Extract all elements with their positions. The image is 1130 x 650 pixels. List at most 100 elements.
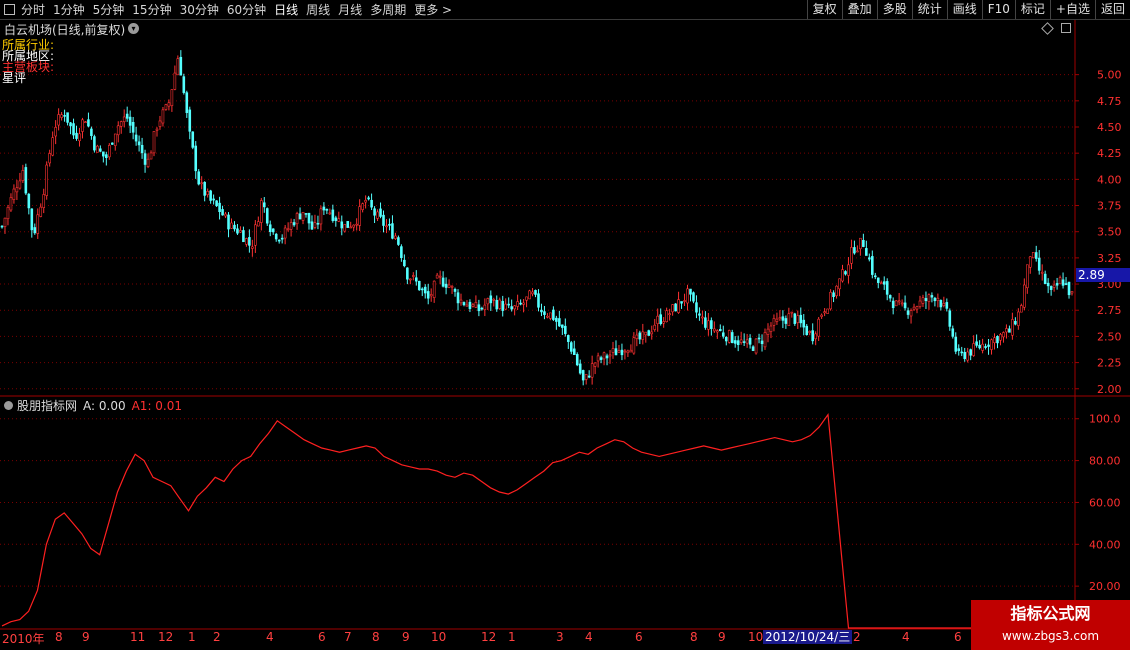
candle-body xyxy=(274,233,278,240)
candle-body xyxy=(48,153,51,164)
candle-body xyxy=(704,317,707,328)
candle-body xyxy=(414,277,418,282)
candle-body xyxy=(313,222,317,228)
candle-body xyxy=(379,208,382,217)
candle-body xyxy=(596,355,600,362)
candle-body xyxy=(719,329,722,332)
x-tick-label: 9 xyxy=(82,630,90,644)
watermark-url: www.zbgs3.com xyxy=(1001,629,1100,643)
indicator-menu-icon[interactable] xyxy=(4,401,13,410)
x-tick-label: 12 xyxy=(481,630,497,644)
candle-body xyxy=(230,222,233,229)
candle-body xyxy=(340,221,344,229)
candle-body xyxy=(575,354,579,366)
candle-body xyxy=(468,301,472,309)
kline-chart[interactable]: 2.002.252.502.753.003.253.503.754.004.25… xyxy=(0,0,1130,650)
candle-body xyxy=(176,58,180,76)
candle-body xyxy=(492,299,496,301)
price-tick-label: 4.50 xyxy=(1097,121,1122,134)
x-tick-label: 2 xyxy=(213,630,221,644)
x-tick-label: 3 xyxy=(556,630,564,644)
candle-body xyxy=(316,222,320,225)
candle-body xyxy=(385,225,388,228)
candle-body xyxy=(745,339,749,344)
candle-body xyxy=(36,214,40,234)
candle-body xyxy=(629,349,633,353)
candle-body xyxy=(245,238,248,245)
candle-body xyxy=(24,167,28,194)
pane-toggle-icon[interactable] xyxy=(1061,23,1071,33)
candle-body xyxy=(584,374,588,380)
candle-body xyxy=(1064,283,1068,285)
candle-body xyxy=(736,340,740,346)
candle-body xyxy=(578,363,582,374)
candle-body xyxy=(769,325,773,332)
candle-body xyxy=(450,285,454,288)
candle-body xyxy=(972,343,975,356)
candle-body xyxy=(346,221,350,228)
candle-body xyxy=(701,316,704,319)
candle-body xyxy=(850,247,853,264)
candle-body xyxy=(1017,311,1020,326)
diamond-icon[interactable] xyxy=(1041,22,1054,35)
candle-body xyxy=(918,300,922,307)
candle-body xyxy=(260,200,263,223)
candle-body xyxy=(519,302,522,305)
current-price-tag: 2.89 xyxy=(1076,268,1130,282)
candle-body xyxy=(298,213,302,220)
candle-body xyxy=(623,350,627,353)
candle-body xyxy=(203,181,206,196)
candle-body xyxy=(558,318,561,327)
candle-body xyxy=(1052,284,1056,288)
candle-body xyxy=(873,275,877,278)
candle-body xyxy=(534,290,537,295)
candle-body xyxy=(906,310,910,315)
candle-body xyxy=(549,312,552,319)
candle-body xyxy=(933,297,937,302)
candle-body xyxy=(903,302,907,309)
candle-body xyxy=(119,121,123,127)
candle-body xyxy=(710,320,713,329)
candle-body xyxy=(42,194,46,208)
candle-body xyxy=(265,208,269,224)
candle-body xyxy=(778,317,782,320)
candle-body xyxy=(167,102,171,107)
candle-body xyxy=(868,257,871,260)
candle-body xyxy=(295,213,299,225)
candle-body xyxy=(608,354,612,357)
candle-body xyxy=(516,301,519,307)
candle-body xyxy=(12,188,16,200)
candle-body xyxy=(754,338,758,354)
candle-body xyxy=(835,285,838,297)
candle-body xyxy=(1008,328,1011,333)
candle-body xyxy=(191,131,195,148)
candle-body xyxy=(1014,321,1017,325)
candle-body xyxy=(751,346,755,351)
candle-body xyxy=(370,199,373,208)
candle-body xyxy=(99,148,102,152)
candle-body xyxy=(841,269,844,282)
candle-body xyxy=(647,330,651,336)
candle-body xyxy=(110,142,114,145)
candle-body xyxy=(27,193,31,209)
candle-body xyxy=(462,302,466,306)
x-tick-label: 1 xyxy=(188,630,196,644)
candle-body xyxy=(1005,328,1008,333)
main-pane-header: 白云机场(日线,前复权) ▾ xyxy=(0,20,1075,37)
candle-body xyxy=(325,208,329,211)
candle-body xyxy=(254,224,257,246)
chevron-down-icon[interactable]: ▾ xyxy=(128,23,139,34)
candle-body xyxy=(871,256,874,275)
candle-body xyxy=(680,301,683,304)
candle-body xyxy=(242,230,245,243)
candle-body xyxy=(876,277,880,283)
candle-body xyxy=(352,224,355,228)
candle-body xyxy=(1061,279,1065,286)
candle-body xyxy=(531,291,534,295)
candle-body xyxy=(435,274,439,279)
candle-body xyxy=(632,337,636,354)
candle-body xyxy=(319,208,323,225)
candle-body xyxy=(72,123,75,136)
candle-body xyxy=(301,211,305,221)
candle-body xyxy=(173,72,177,90)
